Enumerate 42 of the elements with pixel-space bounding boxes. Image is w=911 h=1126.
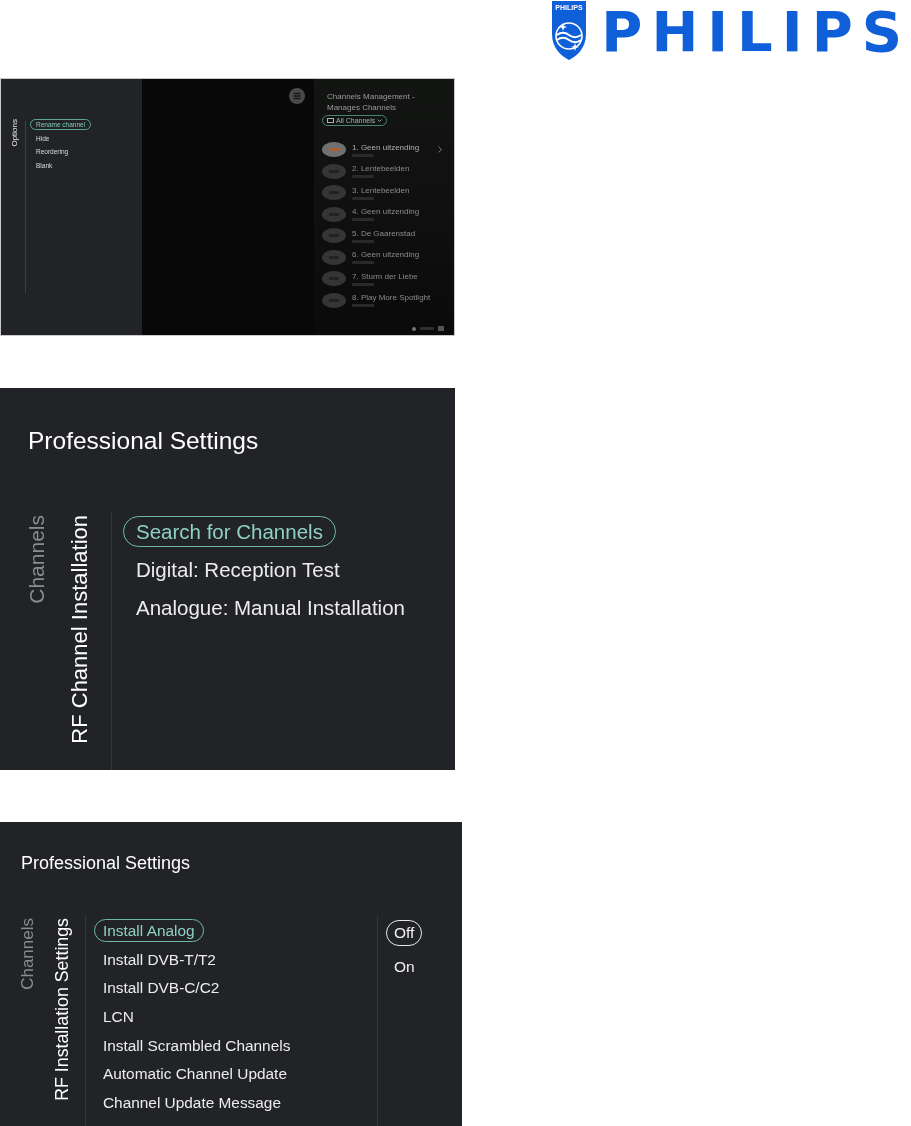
chevron-right-icon — [438, 146, 442, 154]
menu-item[interactable]: Install Scrambled Channels — [94, 1033, 300, 1057]
channel-logo-icon — [322, 163, 346, 179]
option-value[interactable]: On — [386, 954, 423, 980]
shield-emblem-icon — [551, 0, 588, 61]
channel-name: 3. Lentebeelden — [352, 185, 410, 195]
menu-item[interactable]: Automatic Channel Update — [94, 1062, 296, 1086]
channel-name: 8. Play More Spotlight — [352, 293, 431, 303]
brand-wordmark: PHILIPS — [601, 4, 911, 60]
channel-name: 1. Geen uitzending — [352, 142, 420, 152]
channel-logo-icon — [322, 271, 346, 287]
menu-item[interactable]: Install DVB-C/C2 — [94, 976, 229, 1000]
channel-logo-icon — [322, 228, 346, 244]
options-heading: Options — [10, 119, 19, 147]
section-heading: RF Installation Settings — [53, 918, 72, 1101]
list-title: Channels Management - Manages Channels — [327, 91, 416, 113]
screen-title: Professional Settings — [21, 852, 191, 874]
screen-title: Professional Settings — [28, 426, 259, 455]
channel-name: 7. Sturm der Liebe — [352, 271, 418, 281]
illegible-text-drawing — [420, 327, 434, 330]
breadcrumb-label: Channels — [26, 515, 48, 604]
channel-name: 4. Geen uitzending — [352, 207, 420, 217]
channel-logo-icon — [322, 249, 346, 265]
breadcrumb-label: Channels — [19, 918, 37, 990]
caret-icon — [377, 119, 383, 122]
channel-name: 2. Lentebeelden — [352, 164, 410, 174]
square-icon — [438, 326, 444, 331]
channel-logo-icon — [322, 292, 346, 308]
section-heading: RF Channel Installation — [68, 515, 91, 744]
channel-name: 5. De Gaarenstad — [352, 228, 416, 238]
channel-name: 6. Geen uitzending — [352, 250, 420, 260]
tv-icon — [327, 118, 334, 123]
menu-item[interactable]: Analogue: Manual Installation — [123, 591, 418, 623]
menu-item[interactable]: LCN — [94, 1004, 143, 1028]
menu-item[interactable]: Install DVB-T/T2 — [94, 947, 225, 971]
channel-logo-icon — [322, 142, 346, 158]
dot-icon — [412, 326, 416, 331]
channel-logo-icon — [322, 206, 346, 222]
channel-logo-icon — [322, 185, 346, 201]
menu-item[interactable]: Digital: Reception Test — [123, 553, 353, 585]
menu-icon[interactable] — [289, 88, 305, 104]
menu-item[interactable]: Channel Update Message — [94, 1090, 290, 1114]
